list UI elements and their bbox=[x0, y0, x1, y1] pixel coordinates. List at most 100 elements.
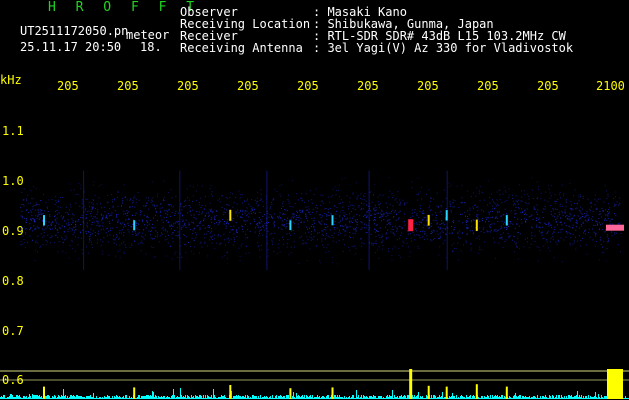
noise-dot bbox=[449, 200, 451, 202]
noise-dot bbox=[496, 210, 498, 212]
activity-bar bbox=[72, 396, 73, 399]
noise-dot bbox=[554, 216, 556, 218]
noise-dot bbox=[129, 246, 131, 248]
noise-dot bbox=[439, 224, 441, 225]
noise-dot bbox=[547, 200, 549, 202]
noise-dot bbox=[403, 213, 405, 215]
activity-bar bbox=[594, 396, 595, 399]
noise-dot bbox=[350, 237, 351, 238]
noise-dot bbox=[340, 211, 342, 213]
noise-dot bbox=[195, 237, 197, 239]
noise-dot bbox=[196, 225, 198, 227]
noise-dot bbox=[289, 219, 291, 221]
noise-dot bbox=[47, 225, 49, 227]
noise-dot bbox=[599, 211, 601, 212]
activity-bar bbox=[430, 398, 431, 399]
noise-dot bbox=[93, 216, 95, 218]
noise-dot bbox=[259, 256, 261, 258]
noise-dot bbox=[105, 217, 107, 219]
noise-dot bbox=[319, 223, 321, 225]
noise-dot bbox=[166, 238, 168, 240]
activity-bar bbox=[378, 396, 379, 399]
meteor-echo bbox=[289, 220, 292, 231]
noise-dot bbox=[81, 203, 83, 205]
noise-dot bbox=[64, 226, 65, 228]
activity-bar bbox=[452, 393, 453, 399]
noise-dot bbox=[87, 226, 89, 228]
activity-bar bbox=[181, 395, 182, 399]
noise-dot bbox=[317, 232, 319, 234]
noise-dot bbox=[586, 220, 588, 222]
noise-dot bbox=[290, 230, 292, 232]
noise-dot bbox=[116, 214, 118, 215]
noise-dot bbox=[125, 213, 126, 214]
noise-dot bbox=[246, 214, 248, 216]
activity-bar bbox=[104, 396, 105, 399]
noise-dot bbox=[548, 188, 550, 190]
activity-bar bbox=[22, 398, 23, 399]
activity-bar bbox=[189, 397, 190, 399]
noise-dot bbox=[377, 196, 379, 198]
noise-dot bbox=[177, 212, 179, 214]
noise-dot bbox=[401, 228, 403, 229]
noise-dot bbox=[39, 217, 41, 219]
noise-dot bbox=[170, 204, 172, 206]
noise-dot bbox=[37, 215, 39, 217]
noise-dot bbox=[82, 201, 84, 203]
activity-bar bbox=[168, 397, 169, 399]
noise-dot bbox=[552, 215, 554, 217]
noise-dot bbox=[154, 227, 156, 229]
noise-dot bbox=[159, 207, 161, 209]
noise-dot bbox=[142, 205, 144, 207]
noise-dot bbox=[112, 199, 114, 201]
meteor-echo bbox=[606, 224, 624, 231]
noise-dot bbox=[295, 219, 297, 221]
activity-bar bbox=[4, 395, 5, 399]
noise-dot bbox=[610, 218, 612, 220]
noise-dot bbox=[259, 212, 261, 213]
noise-dot bbox=[189, 185, 191, 187]
noise-dot bbox=[556, 200, 557, 202]
activity-bar bbox=[393, 398, 394, 399]
noise-dot bbox=[161, 232, 162, 234]
noise-dot bbox=[506, 212, 507, 214]
noise-dot bbox=[123, 241, 125, 243]
activity-bar bbox=[482, 396, 483, 399]
noise-dot bbox=[619, 197, 621, 199]
noise-dot bbox=[383, 213, 385, 214]
noise-dot bbox=[577, 203, 579, 205]
noise-dot bbox=[23, 205, 25, 207]
noise-dot bbox=[553, 209, 554, 211]
noise-dot bbox=[156, 234, 158, 236]
noise-dot bbox=[211, 210, 213, 212]
activity-bar bbox=[64, 396, 65, 399]
noise-dot bbox=[85, 208, 87, 210]
noise-dot bbox=[50, 225, 52, 226]
noise-dot bbox=[457, 242, 459, 244]
noise-dot bbox=[444, 228, 446, 230]
noise-dot bbox=[279, 193, 281, 195]
noise-dot bbox=[329, 208, 331, 209]
activity-bar bbox=[20, 397, 21, 399]
noise-dot bbox=[454, 226, 456, 228]
noise-dot bbox=[416, 213, 418, 215]
activity-bar bbox=[250, 397, 251, 399]
noise-dot bbox=[286, 246, 288, 248]
noise-dot bbox=[505, 229, 507, 231]
noise-dot bbox=[329, 229, 331, 231]
noise-dot bbox=[493, 202, 495, 204]
noise-dot bbox=[245, 237, 247, 239]
noise-dot bbox=[564, 222, 566, 224]
noise-dot bbox=[255, 227, 257, 229]
noise-dot bbox=[71, 239, 73, 241]
noise-dot bbox=[356, 197, 358, 199]
noise-dot bbox=[514, 213, 516, 215]
noise-dot bbox=[355, 230, 357, 232]
activity-bar bbox=[315, 397, 316, 399]
noise-dot bbox=[22, 215, 23, 217]
noise-dot bbox=[557, 198, 559, 200]
noise-dot bbox=[522, 211, 524, 213]
noise-dot bbox=[272, 241, 274, 243]
activity-bar bbox=[264, 396, 265, 399]
noise-dot bbox=[550, 213, 552, 215]
